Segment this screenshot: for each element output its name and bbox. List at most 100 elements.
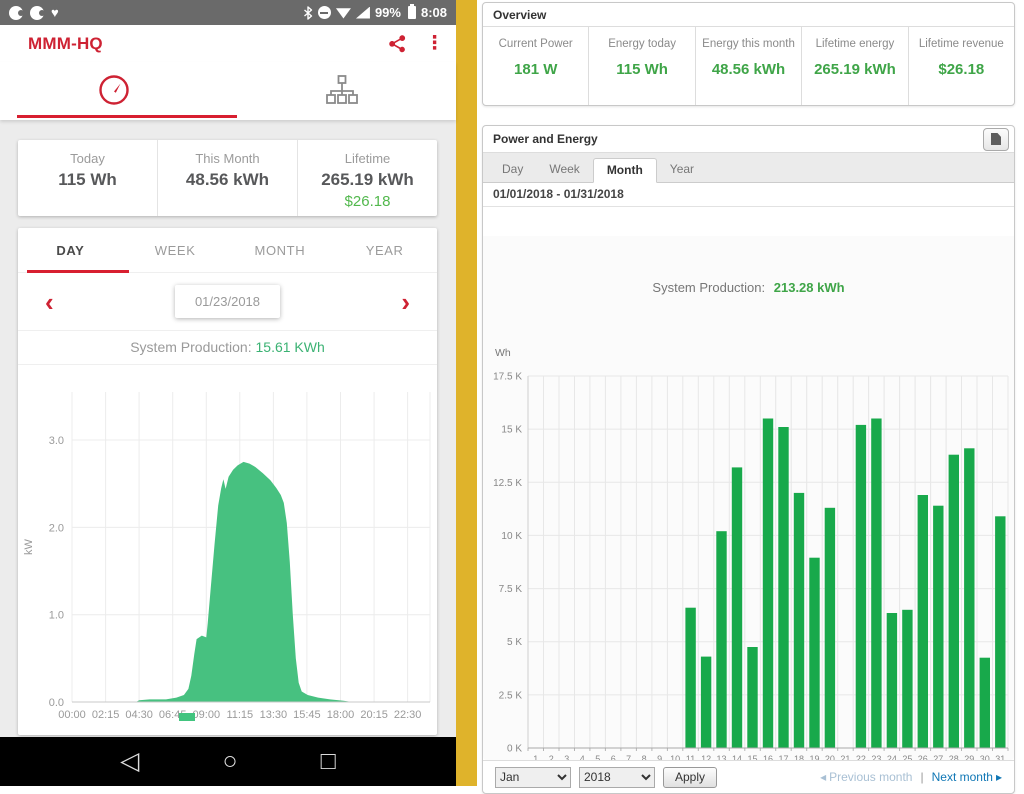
period-tab-day[interactable]: DAY <box>18 228 123 272</box>
stat-value: $26.18 <box>913 61 1010 78</box>
tab-label: Year <box>670 162 694 176</box>
panel-title: Power and Energy <box>493 132 598 146</box>
clock: 8:08 <box>421 5 447 20</box>
desktop-dashboard: Overview Current Power 181 W Energy toda… <box>477 0 1024 786</box>
stat-value: 115 Wh <box>593 61 690 78</box>
stat-value: 48.56 kWh <box>158 170 297 190</box>
gauge-icon <box>97 73 131 107</box>
stat-this-month: This Month 48.56 kWh <box>157 140 297 216</box>
period-tab-week[interactable]: WEEK <box>123 228 228 272</box>
svg-text:2.0: 2.0 <box>49 522 64 534</box>
svg-text:17.5 K: 17.5 K <box>493 372 522 383</box>
month-select[interactable]: Jan <box>495 767 571 788</box>
system-production-row: System Production: 15.61 KWh <box>18 331 437 365</box>
tab-label: Week <box>549 162 579 176</box>
stat-value: 115 Wh <box>18 170 157 190</box>
month-production-bar-chart: 0 K2.5 K5 K7.5 K10 K12.5 K15 K17.5 K1234… <box>483 340 1012 760</box>
share-icon[interactable] <box>388 34 407 53</box>
svg-text:7.5 K: 7.5 K <box>499 584 523 595</box>
svg-text:09:00: 09:00 <box>193 709 221 721</box>
export-report-button[interactable] <box>983 128 1009 151</box>
prev-day-chevron[interactable]: ‹ <box>45 289 54 315</box>
link-label: Next month <box>932 770 993 784</box>
production-chart-card: DAY WEEK MONTH YEAR ‹ 01/23/2018 › Syste… <box>18 228 437 735</box>
stat-value: 181 W <box>487 61 584 78</box>
heart-icon: ♥ <box>51 6 59 19</box>
next-month-link[interactable]: Next month ▸ <box>932 770 1002 784</box>
svg-text:5 K: 5 K <box>507 637 522 648</box>
svg-text:3.0: 3.0 <box>49 435 64 447</box>
period-tab-year[interactable]: YEAR <box>332 228 437 272</box>
tab-label: DAY <box>56 243 84 258</box>
year-select[interactable]: 2018 <box>579 767 655 788</box>
range-tab-week[interactable]: Week <box>536 158 592 182</box>
previous-month-link[interactable]: ◂ Previous month <box>820 770 912 784</box>
stat-label: Energy today <box>593 38 690 50</box>
tab-dashboard[interactable] <box>0 62 228 117</box>
svg-text:18:00: 18:00 <box>327 709 355 721</box>
overflow-menu-icon[interactable]: ⋮ <box>425 34 444 53</box>
overview-current-power: Current Power 181 W <box>483 27 588 105</box>
svg-text:2.5 K: 2.5 K <box>499 690 523 701</box>
production-value: 213.28 kWh <box>774 280 845 295</box>
home-button[interactable]: ○ <box>223 749 238 774</box>
svg-text:11:15: 11:15 <box>226 709 253 721</box>
period-tab-month[interactable]: MONTH <box>228 228 333 272</box>
panel-divider <box>456 0 477 786</box>
document-icon <box>991 133 1001 145</box>
top-tab-bar <box>0 62 456 120</box>
date-range-label: 01/01/2018 - 01/31/2018 <box>483 183 1014 207</box>
overview-panel: Overview Current Power 181 W Energy toda… <box>482 2 1015 106</box>
wifi-icon <box>336 7 351 19</box>
svg-text:15 K: 15 K <box>501 425 522 436</box>
stat-today: Today 115 Wh <box>18 140 157 216</box>
overview-energy-month: Energy this month 48.56 kWh <box>695 27 801 105</box>
power-and-energy-panel: Power and Energy Day Week Month Year 01/… <box>482 125 1015 794</box>
stat-value: 265.19 kWh <box>806 61 903 78</box>
android-nav-bar: ◁ ○ □ <box>0 737 456 786</box>
stat-label: Current Power <box>487 38 584 50</box>
stat-value: 265.19 kWh <box>298 170 437 190</box>
back-button[interactable]: ◁ <box>120 749 139 774</box>
active-tab-underline <box>17 115 237 118</box>
recents-button[interactable]: □ <box>321 749 336 774</box>
tab-label: Month <box>607 163 643 177</box>
svg-text:15:45: 15:45 <box>293 709 321 721</box>
legend-swatch-clipped <box>179 713 195 721</box>
svg-text:02:15: 02:15 <box>92 709 120 721</box>
range-tab-month[interactable]: Month <box>593 158 657 183</box>
apply-button[interactable]: Apply <box>663 767 717 788</box>
stat-lifetime: Lifetime 265.19 kWh $26.18 <box>297 140 437 216</box>
screenshot-root: ♥ 99% 8:08 MMM-HQ ⋮ <box>0 0 1024 786</box>
phone-app: ♥ 99% 8:08 MMM-HQ ⋮ <box>0 0 456 786</box>
production-label: System Production: <box>130 339 251 355</box>
svg-text:22:30: 22:30 <box>394 709 422 721</box>
svg-text:13:30: 13:30 <box>260 709 288 721</box>
chart-body: System Production: 213.28 kWh 0 K2.5 K5 … <box>483 236 1014 760</box>
notification-icons: ♥ <box>9 6 59 20</box>
svg-text:kW: kW <box>23 538 35 555</box>
svg-text:0.0: 0.0 <box>49 697 64 709</box>
date-picker[interactable]: 01/23/2018 <box>175 285 280 318</box>
site-title: MMM-HQ <box>28 34 103 54</box>
do-not-disturb-icon <box>318 6 331 19</box>
tab-label: WEEK <box>155 243 196 258</box>
stat-label: Lifetime <box>298 151 437 166</box>
date-navigation: ‹ 01/23/2018 › <box>18 273 437 331</box>
svg-text:1.0: 1.0 <box>49 610 64 622</box>
overview-title: Overview <box>483 3 1014 27</box>
overview-lifetime-energy: Lifetime energy 265.19 kWh <box>801 27 907 105</box>
tab-array[interactable] <box>228 62 456 117</box>
prev-arrow-icon: ◂ <box>820 770 826 784</box>
stat-label: Energy this month <box>700 38 797 50</box>
svg-text:00:00: 00:00 <box>58 709 86 721</box>
tab-label: Day <box>502 162 523 176</box>
range-tab-day[interactable]: Day <box>489 158 536 182</box>
range-tab-year[interactable]: Year <box>657 158 707 182</box>
stat-label: Lifetime revenue <box>913 38 1010 50</box>
svg-text:0 K: 0 K <box>507 744 522 755</box>
next-day-chevron[interactable]: › <box>401 289 410 315</box>
stat-label: Lifetime energy <box>806 38 903 50</box>
svg-text:20:15: 20:15 <box>360 709 388 721</box>
status-indicators: 99% 8:08 <box>303 5 447 20</box>
